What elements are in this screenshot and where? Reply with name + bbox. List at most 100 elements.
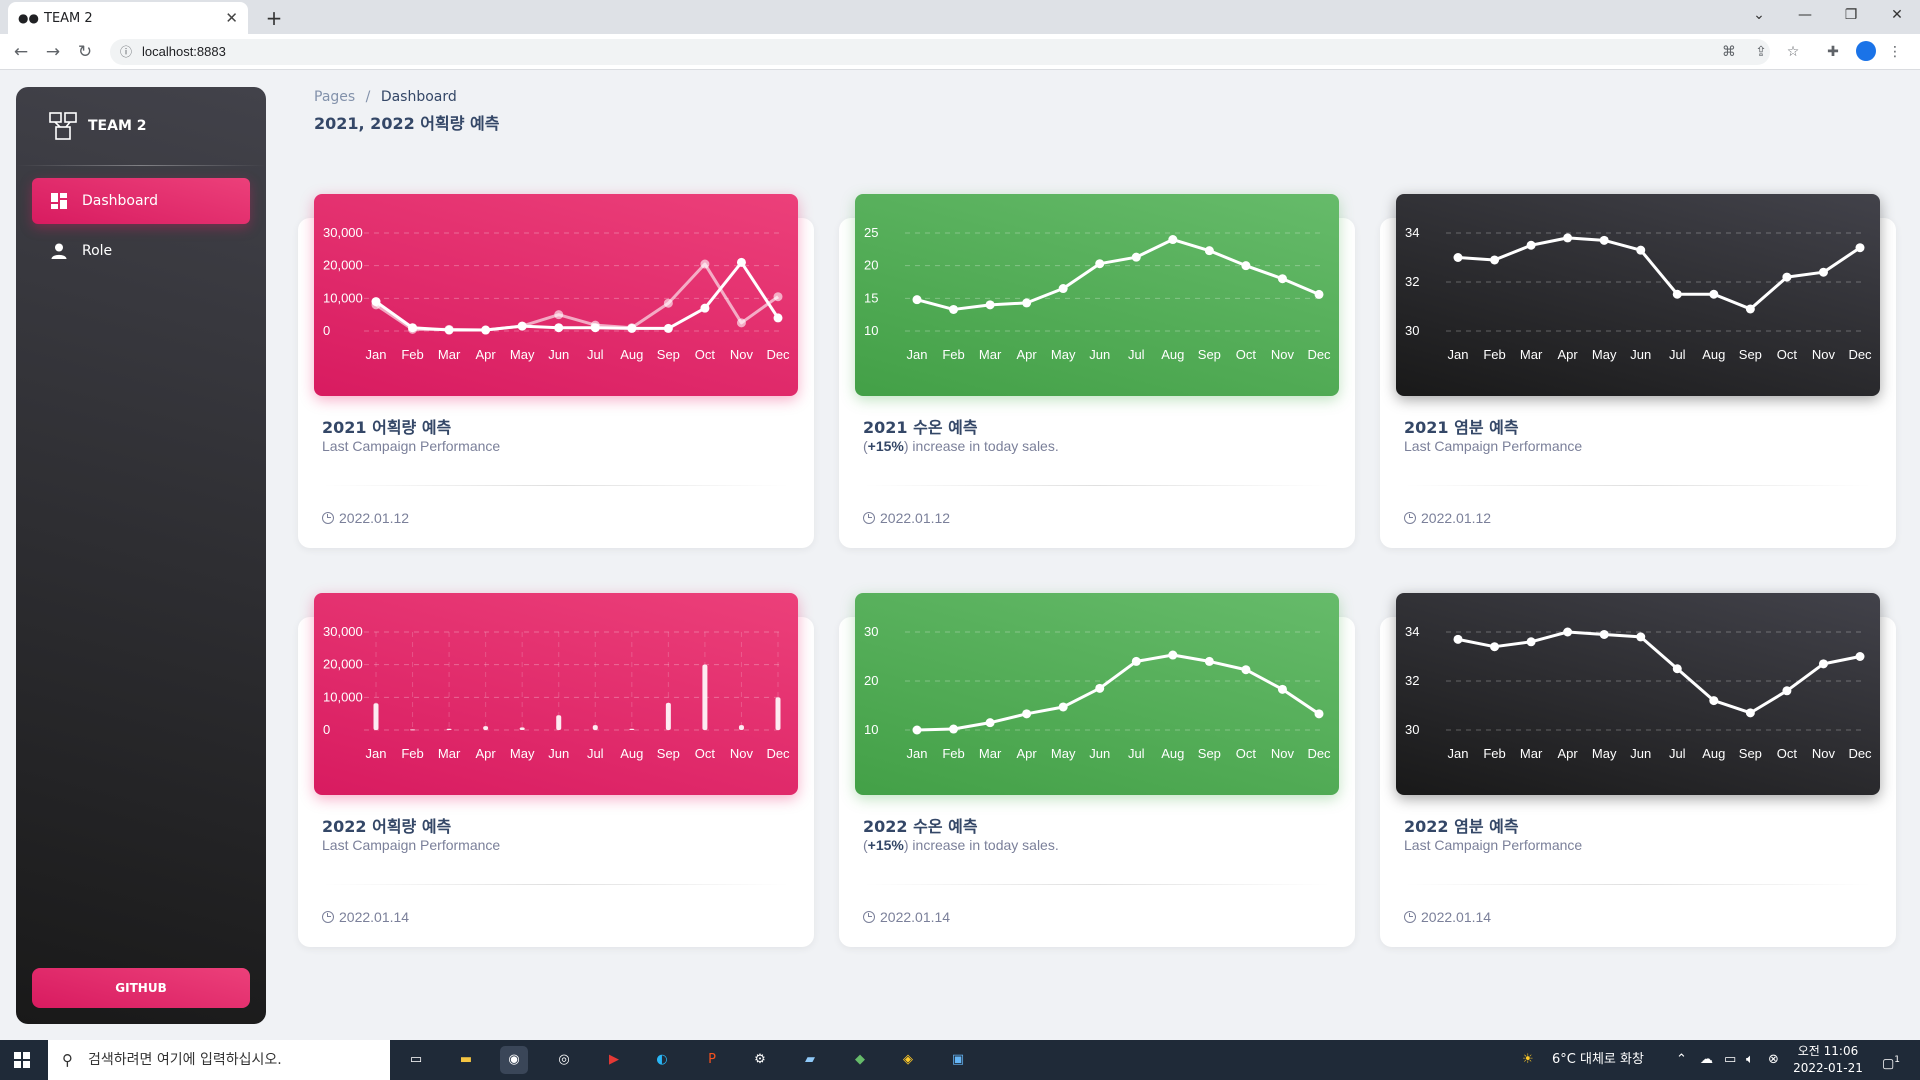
breadcrumb: Pages / Dashboard [314,89,457,105]
x-tick-label: Mar [438,746,461,761]
x-tick-label: Jul [587,347,604,362]
bookmark-star-icon[interactable]: ☆ [1782,41,1804,63]
youtube-music-icon[interactable]: ▶ [600,1046,628,1074]
card-title: 2022 어획량 예측 [322,817,452,836]
weather-text[interactable]: 6°C 대체로 화창 [1552,1040,1644,1080]
restore-button[interactable]: ❐ [1828,0,1874,30]
edge-icon[interactable]: ◐ [648,1046,676,1074]
data-point [1058,284,1068,294]
visual-studio-icon[interactable]: ▣ [944,1046,972,1074]
taskbar-clock[interactable]: 오전 11:06 2022-01-21 [1788,1043,1868,1077]
translate-icon[interactable]: ⌘ [1718,41,1740,63]
y-tick-label: 30 [864,624,878,639]
notepad-icon[interactable]: ▰ [796,1046,824,1074]
subtitle-percent: +15% [867,438,904,454]
card-date: 2022.01.14 [339,909,410,925]
extensions-icon[interactable]: ✚ [1822,41,1844,63]
bar [483,726,489,730]
minimize-button[interactable]: — [1782,0,1828,30]
taskbar-search[interactable]: ⚲ 검색하려면 여기에 입력하십시오. [48,1040,390,1080]
x-tick-label: Sep [657,746,680,761]
reload-button[interactable]: ↻ [72,39,98,65]
data-point [1599,235,1609,245]
tray-chevron-icon[interactable]: ⌃ [1676,1040,1687,1080]
x-tick-label: May [510,746,535,761]
task-view-icon[interactable]: ▭ [402,1046,430,1074]
sidebar-item-dashboard[interactable]: Dashboard [32,178,250,224]
x-tick-label: Jul [1128,746,1145,761]
y-tick-label: 0 [323,722,330,737]
temperature-2022-chart: 10 20 30 Jan Feb Mar Apr May Jun Jul Aug Sep Oct Nov D… [864,624,1331,761]
volume-icon[interactable]: 🔈︎ [1746,1040,1754,1080]
menu-icon[interactable]: ⋮ [1884,41,1906,63]
y-tick-label: 34 [1405,225,1419,240]
info-icon[interactable]: ⓘ [120,39,132,65]
obs-icon[interactable]: ◎ [550,1046,578,1074]
clock-icon [322,512,334,524]
data-point [1058,702,1068,712]
card-title: 2022 수온 예측 [863,817,978,836]
onedrive-icon[interactable]: ☁ [1700,1040,1713,1080]
data-point [1526,240,1536,250]
data-point [1314,709,1324,719]
windows-start-icon[interactable] [14,1052,30,1068]
data-point [1709,289,1719,299]
new-tab-button[interactable]: + [260,4,288,32]
card-subtitle: Last Campaign Performance [322,438,501,454]
card-date: 2022.01.12 [339,510,410,526]
x-tick-label: Apr [1017,347,1038,362]
forward-button[interactable]: → [40,39,66,65]
browser-tab[interactable]: ●● TEAM 2 ✕ [8,2,248,34]
powerpoint-icon[interactable]: P [698,1046,726,1074]
y-tick-label: 15 [864,290,878,305]
x-tick-label: May [1592,347,1617,362]
network-icon[interactable]: ▭ [1724,1040,1736,1080]
sidebar-item-role[interactable]: Role [32,228,250,274]
data-point [1745,708,1755,718]
settings-gear-icon[interactable]: ⚙ [746,1046,774,1074]
data-point [1490,255,1500,265]
back-button[interactable]: ← [8,39,34,65]
data-point [590,320,600,330]
data-point [1709,696,1719,706]
browser-tabstrip: ●● TEAM 2 ✕ + ⌄ — ❐ ✕ [0,0,1920,34]
notification-icon[interactable]: ▢1 [1882,1040,1900,1080]
x-tick-label: Jul [1669,746,1686,761]
github-button[interactable]: GITHUB [32,968,250,1008]
app-leaf-icon[interactable]: ◆ [846,1046,874,1074]
x-tick-label: Jan [907,347,928,362]
share-icon[interactable]: ⇪ [1750,41,1772,63]
data-point [444,324,454,334]
tray-x-icon[interactable]: ⊗ [1768,1040,1779,1080]
taskbar-search-placeholder: 검색하려면 여기에 입력하십시오. [88,1052,282,1068]
x-tick-label: Mar [1520,746,1543,761]
data-point [1672,664,1682,674]
brand[interactable]: TEAM 2 [16,87,266,165]
data-point [627,323,637,333]
close-tab-icon[interactable]: ✕ [225,9,238,27]
x-tick-label: May [1592,746,1617,761]
x-tick-label: Feb [1483,347,1505,362]
data-point [1490,642,1500,652]
git-kraken-icon[interactable]: ◈ [894,1046,922,1074]
data-point [554,323,564,333]
x-tick-label: May [510,347,535,362]
chart-panel: 0 10,000 20,000 30,000 Jan Feb Mar Apr May Jun Jul… [314,593,798,795]
address-bar[interactable]: ⓘ localhost:8883 [110,39,1770,65]
data-point [1672,289,1682,299]
card-divider [863,485,1331,486]
x-tick-label: Apr [476,347,497,362]
tab-search-icon[interactable]: ⌄ [1736,0,1782,30]
data-point [1636,245,1646,255]
chrome-icon[interactable]: ◉ [500,1046,528,1074]
breadcrumb-pages[interactable]: Pages [314,89,355,105]
file-explorer-icon[interactable]: ▬ [452,1046,480,1074]
weather-icon[interactable]: ☀ [1522,1040,1534,1080]
close-window-button[interactable]: ✕ [1874,0,1920,30]
data-point [773,313,783,323]
y-tick-label: 34 [1405,624,1419,639]
series-line [375,262,779,332]
card-divider [863,884,1331,885]
profile-avatar[interactable] [1856,41,1876,61]
catch-2022-chart: 0 10,000 20,000 30,000 Jan Feb Mar Apr May Jun Jul… [323,624,790,761]
